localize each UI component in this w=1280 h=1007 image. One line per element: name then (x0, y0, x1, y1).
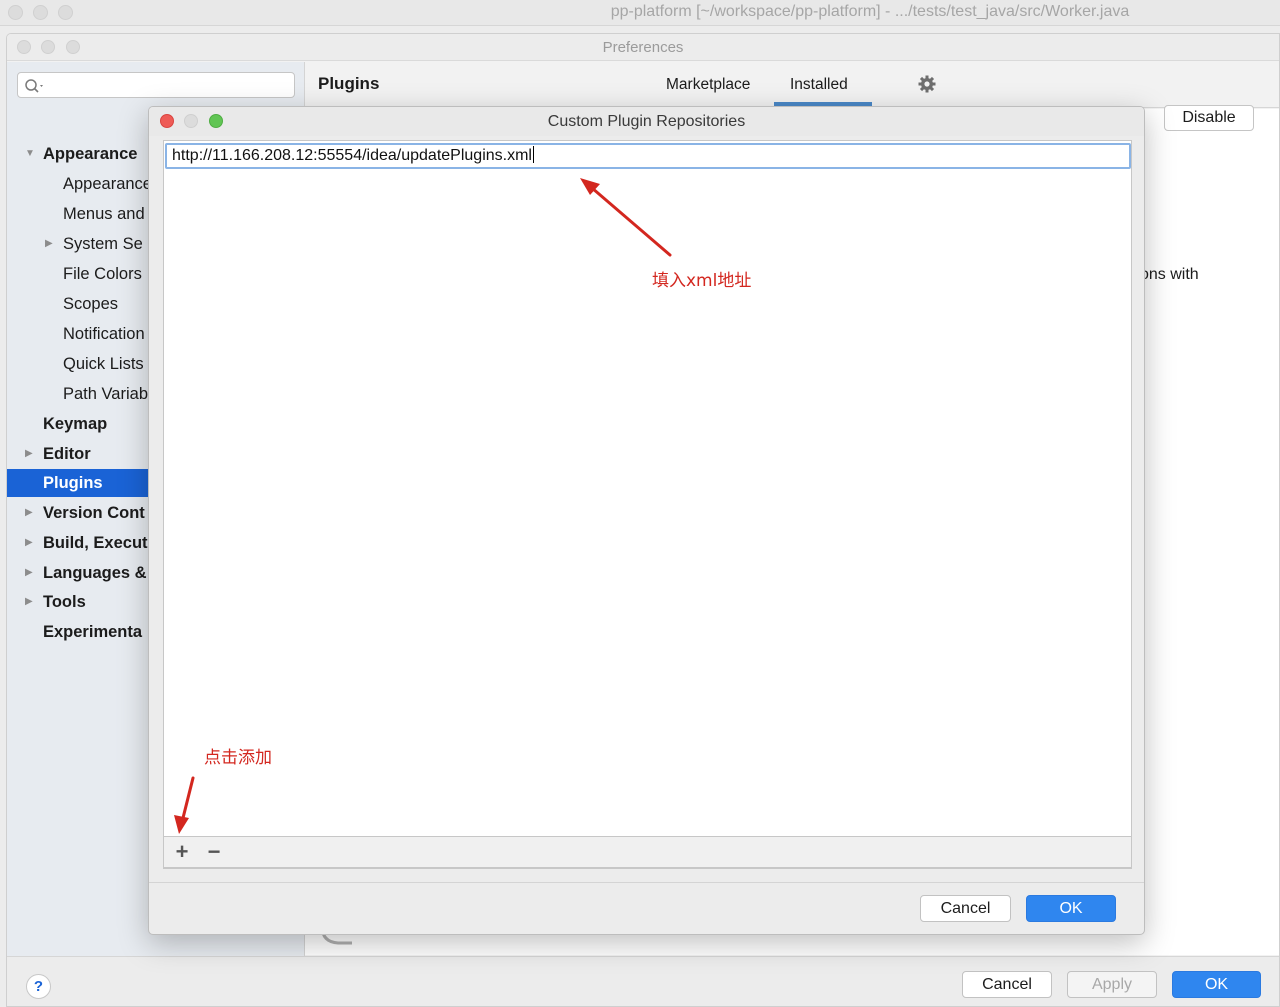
chevron-right-icon: ▶ (25, 537, 33, 548)
search-icon (25, 79, 43, 93)
sidebar-item-label: Build, Execut (43, 534, 148, 552)
dialog-titlebar: Custom Plugin Repositories (149, 107, 1144, 136)
repository-url-value: http://11.166.208.12:55554/idea/updatePl… (172, 147, 532, 164)
sidebar-item-label: Quick Lists (63, 355, 144, 373)
ide-window-title: pp-platform [~/workspace/pp-platform] - … (610, 3, 1130, 20)
sidebar-item-plugins[interactable]: Plugins (7, 469, 150, 497)
cancel-button[interactable]: Cancel (962, 971, 1052, 998)
settings-search-input[interactable] (17, 72, 295, 98)
sidebar-item-label: Languages & (43, 564, 147, 582)
sidebar-item-label: Scopes (63, 295, 119, 313)
annotation-fill-xml: 填入xml地址 (652, 271, 752, 291)
preferences-title: Preferences (602, 39, 684, 56)
plugin-description-text: ons with (1140, 266, 1199, 283)
plugins-header: Plugins Marketplace Installed (305, 62, 1279, 108)
help-button[interactable]: ? (26, 974, 51, 999)
tab-marketplace[interactable]: Marketplace (666, 76, 750, 94)
page-title: Plugins (318, 74, 380, 93)
sidebar-item-label: Experimenta (43, 623, 143, 641)
chevron-right-icon: ▶ (25, 448, 33, 459)
remove-icon[interactable]: − (204, 841, 224, 863)
ide-titlebar: pp-platform [~/workspace/pp-platform] - … (0, 0, 1280, 26)
chevron-right-icon: ▶ (45, 238, 53, 249)
ok-button[interactable]: OK (1172, 971, 1261, 998)
sidebar-item-label: File Colors (63, 265, 142, 283)
sidebar-item-label: Version Cont (43, 504, 145, 522)
custom-plugin-repositories-dialog: Custom Plugin Repositories http://11.166… (148, 106, 1145, 935)
sidebar-item-label: Appearance (43, 145, 138, 163)
dialog-ok-button[interactable]: OK (1026, 895, 1116, 922)
dialog-title: Custom Plugin Repositories (547, 113, 746, 130)
preferences-titlebar: Preferences (7, 34, 1279, 61)
sidebar-item-label: Path Variab (63, 385, 148, 403)
sidebar-item-label: Plugins (43, 474, 103, 492)
chevron-down-icon: ▼ (25, 148, 35, 159)
preferences-footer: ? Cancel Apply OK (7, 956, 1279, 1006)
add-icon[interactable]: + (172, 841, 192, 863)
sidebar-item-label: Editor (43, 445, 91, 463)
sidebar-item-label: Notification (63, 325, 145, 343)
tab-installed[interactable]: Installed (790, 76, 848, 94)
dialog-separator (149, 882, 1144, 883)
chevron-right-icon: ▶ (25, 567, 33, 578)
gear-icon[interactable] (917, 74, 937, 94)
dialog-cancel-button[interactable]: Cancel (920, 895, 1011, 922)
text-caret (532, 146, 534, 163)
repository-list-toolbar: + − (163, 836, 1132, 868)
sidebar-item-label: Menus and (63, 205, 145, 223)
sidebar-item-label: Tools (43, 593, 86, 611)
sidebar-item-label: Keymap (43, 415, 108, 433)
sidebar-item-label: Appearance (63, 175, 152, 193)
chevron-right-icon: ▶ (25, 596, 33, 607)
apply-button[interactable]: Apply (1067, 971, 1157, 998)
chevron-right-icon: ▶ (25, 507, 33, 518)
repository-list[interactable]: http://11.166.208.12:55554/idea/updatePl… (163, 140, 1132, 869)
annotation-click-add: 点击添加 (204, 748, 272, 768)
disable-plugin-button[interactable]: Disable (1164, 105, 1254, 131)
repository-url-input[interactable]: http://11.166.208.12:55554/idea/updatePl… (165, 143, 1131, 169)
sidebar-item-label: System Se (63, 235, 143, 253)
